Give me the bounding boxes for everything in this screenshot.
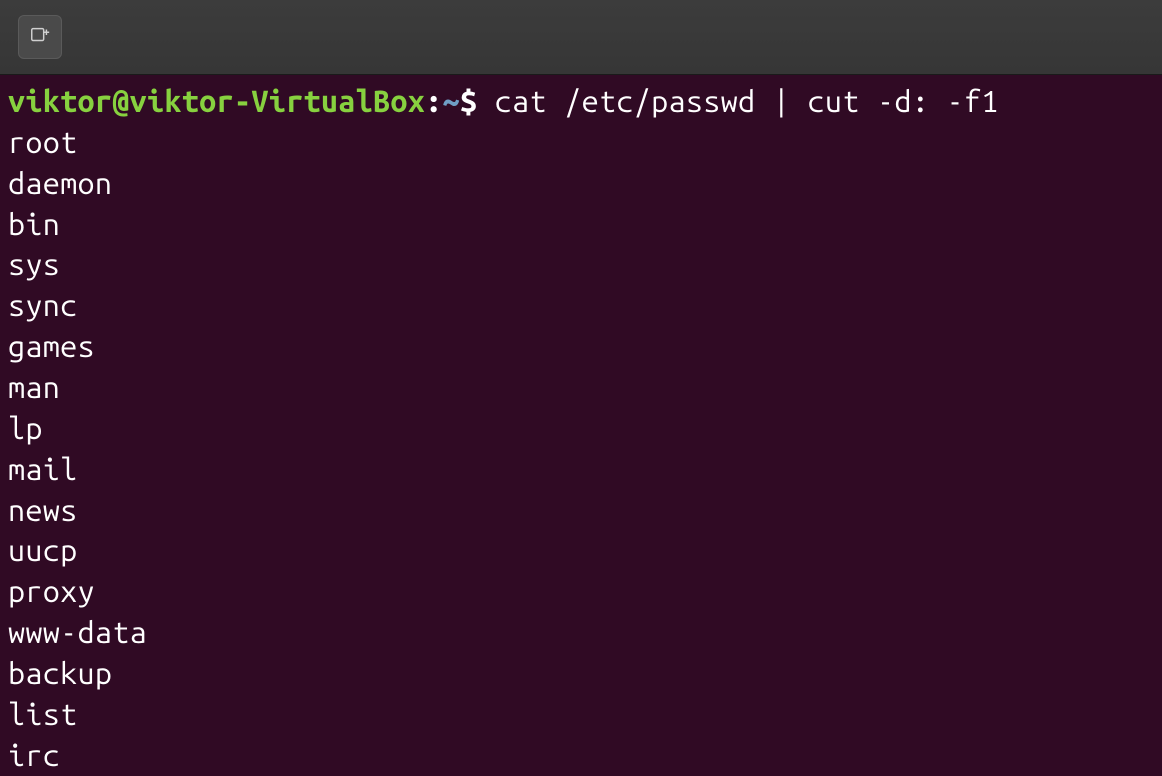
window-titlebar: [0, 0, 1162, 75]
new-tab-button[interactable]: [18, 15, 62, 59]
prompt-user-host: viktor@viktor-VirtualBox: [8, 84, 425, 118]
prompt-dollar: $: [460, 84, 477, 118]
prompt-command: cat /etc/passwd | cut -d: -f1: [477, 84, 998, 118]
output-line: daemon: [8, 163, 1154, 204]
terminal-output-area[interactable]: viktor@viktor-VirtualBox:~$ cat /etc/pas…: [0, 75, 1162, 776]
output-line: sync: [8, 285, 1154, 326]
output-line: backup: [8, 653, 1154, 694]
output-line: sys: [8, 244, 1154, 285]
output-line: bin: [8, 204, 1154, 245]
output-line: man: [8, 367, 1154, 408]
output-line: proxy: [8, 571, 1154, 612]
output-line: irc: [8, 735, 1154, 776]
prompt-line: viktor@viktor-VirtualBox:~$ cat /etc/pas…: [8, 81, 1154, 122]
new-tab-icon: [29, 24, 51, 50]
prompt-path: ~: [443, 84, 460, 118]
output-line: mail: [8, 449, 1154, 490]
output-line: games: [8, 326, 1154, 367]
output-line: uucp: [8, 530, 1154, 571]
output-line: root: [8, 122, 1154, 163]
prompt-colon: :: [425, 84, 442, 118]
output-line: list: [8, 694, 1154, 735]
output-line: news: [8, 490, 1154, 531]
output-line: lp: [8, 408, 1154, 449]
output-line: www-data: [8, 612, 1154, 653]
